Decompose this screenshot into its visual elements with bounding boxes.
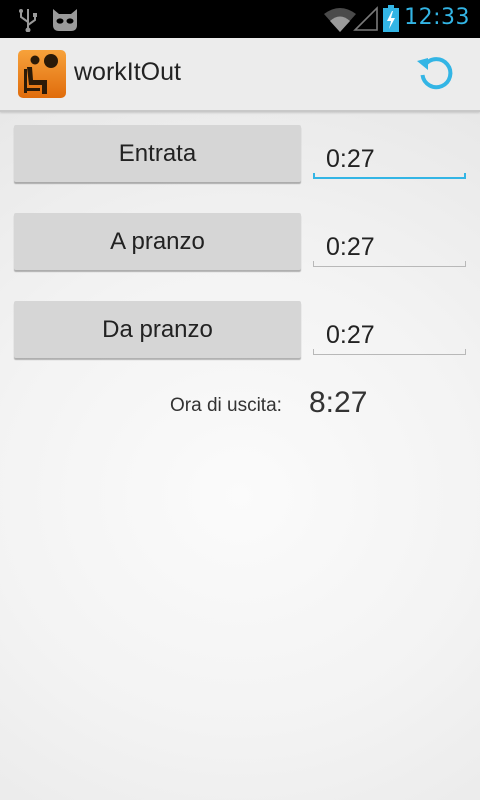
status-time: 12:33 <box>404 5 470 30</box>
refresh-button[interactable] <box>408 48 464 100</box>
app-title: workItOut <box>74 58 181 86</box>
da-pranzo-time-value: 0:27 <box>326 321 375 349</box>
exit-time-label: Ora di uscita: <box>170 395 282 416</box>
a-pranzo-button[interactable]: A pranzo <box>14 213 301 270</box>
entrata-button[interactable]: Entrata <box>14 125 301 182</box>
exit-time-value: 8:27 <box>309 386 368 419</box>
refresh-icon <box>415 51 457 97</box>
cyanogen-icon <box>50 5 80 37</box>
status-bar: 12:33 <box>0 0 480 38</box>
da-pranzo-time-field[interactable]: 0:27 <box>313 311 466 355</box>
wifi-icon <box>323 6 357 36</box>
field-underline <box>313 261 466 267</box>
usb-icon <box>14 6 42 36</box>
da-pranzo-button[interactable]: Da pranzo <box>14 301 301 358</box>
a-pranzo-time-value: 0:27 <box>326 233 375 261</box>
entrata-time-field[interactable]: 0:27 <box>313 135 466 179</box>
field-underline <box>313 173 466 179</box>
seated-person-icon <box>18 50 66 98</box>
entrata-time-value: 0:27 <box>326 145 375 173</box>
signal-icon <box>353 6 379 36</box>
battery-charging-icon <box>382 5 400 37</box>
action-bar: workItOut <box>0 38 480 112</box>
a-pranzo-time-field[interactable]: 0:27 <box>313 223 466 267</box>
field-underline <box>313 349 466 355</box>
